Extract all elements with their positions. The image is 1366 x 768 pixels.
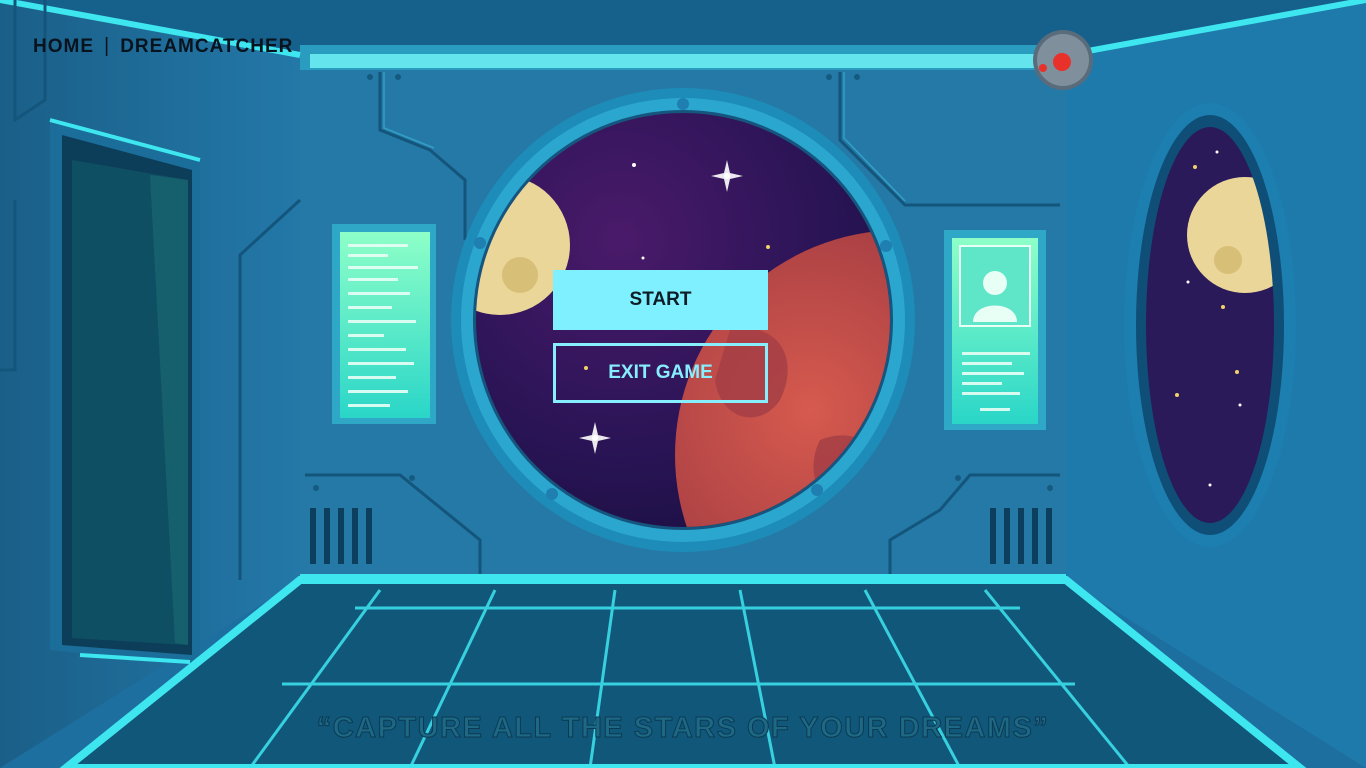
nav-separator: | — [104, 34, 111, 57]
exit-game-button[interactable]: EXIT GAME — [553, 343, 768, 403]
game-screen: HOME | DREAMCATCHER START EXIT GAME “CAP… — [0, 0, 1366, 768]
dreamcatcher-link[interactable]: DREAMCATCHER — [120, 36, 293, 58]
home-link[interactable]: HOME — [33, 36, 94, 58]
start-button[interactable]: START — [553, 270, 768, 330]
top-nav: HOME | DREAMCATCHER — [33, 34, 293, 58]
tagline: “CAPTURE ALL THE STARS OF YOUR DREAMS” — [316, 712, 1050, 745]
